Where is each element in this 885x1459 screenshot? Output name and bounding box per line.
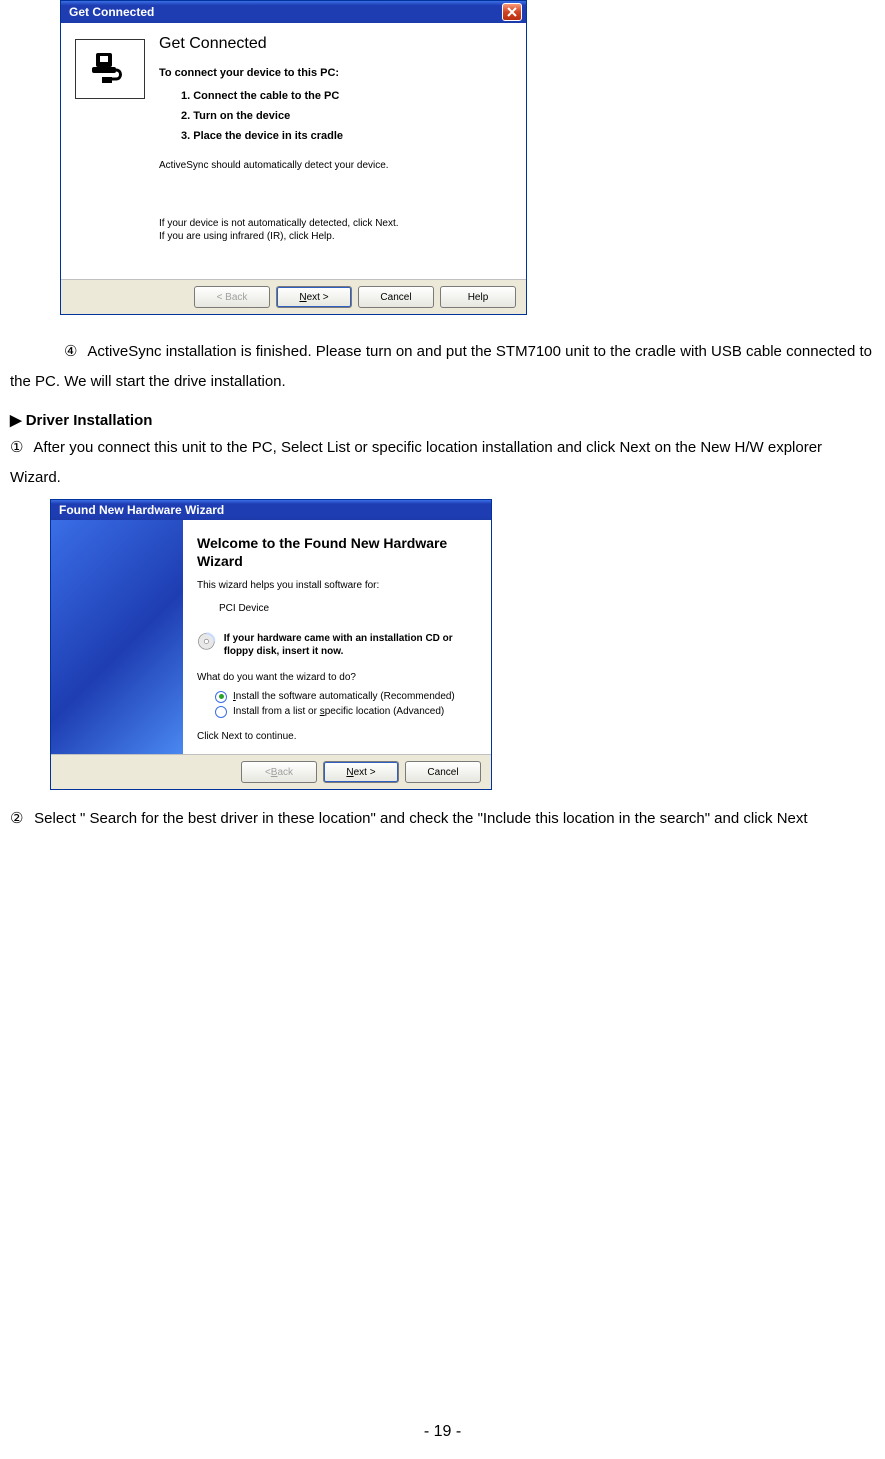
detect-note: ActiveSync should automatically detect y… [159, 160, 516, 171]
dialog-button-bar: < Back Next > Cancel [51, 754, 491, 789]
note-line-1: If your device is not automatically dete… [159, 217, 516, 230]
get-connected-dialog: Get Connected Get Connected To connect y… [60, 0, 527, 315]
titlebar: Get Connected [61, 1, 526, 23]
driver-step-2-paragraph: ② Select " Search for the best driver in… [10, 804, 875, 834]
back-button: < Back [241, 761, 317, 783]
next-button[interactable]: Next > [323, 761, 399, 783]
wizard-sidebar-graphic [51, 520, 183, 754]
radio-auto[interactable]: Install the software automatically (Reco… [215, 689, 477, 704]
help-button[interactable]: Help [440, 286, 516, 308]
page-number: - 19 - [0, 1423, 885, 1441]
driver-step-1-text: After you connect this unit to the PC, S… [10, 439, 822, 486]
back-button: < Back [194, 286, 270, 308]
radio-specific[interactable]: Install from a list or specific location… [215, 704, 477, 719]
next-button[interactable]: Next > [276, 286, 352, 308]
device-name: PCI Device [219, 603, 477, 614]
driver-step-2-marker: ② [10, 804, 30, 834]
install-cd-text: If your hardware came with an installati… [224, 632, 477, 658]
titlebar: Found New Hardware Wizard [51, 500, 491, 520]
titlebar-text: Found New Hardware Wizard [59, 503, 224, 517]
wizard-heading: Welcome to the Found New Hardware Wizard [197, 534, 477, 570]
dialog-subhead: To connect your device to this PC: [159, 67, 516, 79]
wizard-continue-text: Click Next to continue. [197, 731, 477, 742]
wizard-intro: This wizard helps you install software f… [197, 580, 477, 591]
driver-step-1-paragraph: ① After you connect this unit to the PC,… [10, 433, 875, 493]
cancel-button[interactable]: Cancel [405, 761, 481, 783]
dialog-button-bar: < Back Next > Cancel Help [61, 279, 526, 314]
dialog-body: Get Connected To connect your device to … [61, 23, 526, 279]
radio-auto-label: Install the software automatically (Reco… [233, 689, 455, 704]
step-1: 1. Connect the cable to the PC [181, 87, 516, 107]
cancel-button[interactable]: Cancel [358, 286, 434, 308]
install-cd-icon [197, 632, 216, 658]
found-new-hardware-dialog: Found New Hardware Wizard Welcome to the… [50, 499, 492, 790]
close-icon[interactable] [502, 3, 522, 21]
driver-step-1-marker: ① [10, 433, 30, 463]
radio-icon [215, 706, 227, 718]
step-2: 2. Turn on the device [181, 107, 516, 127]
driver-installation-header: ▶ Driver Installation [10, 411, 875, 429]
step-4-marker: ④ [64, 337, 84, 367]
titlebar-text: Get Connected [69, 5, 154, 19]
radio-specific-label: Install from a list or specific location… [233, 704, 444, 719]
radio-icon [215, 691, 227, 703]
step-4-paragraph: ④ ActiveSync installation is finished. P… [10, 337, 875, 397]
dialog-heading: Get Connected [159, 35, 516, 53]
driver-step-2-text: Select " Search for the best driver in t… [34, 810, 807, 827]
device-icon [75, 39, 145, 99]
wizard-question: What do you want the wizard to do? [197, 672, 477, 683]
note-line-2: If you are using infrared (IR), click He… [159, 230, 516, 243]
step-4-text: ActiveSync installation is finished. Ple… [10, 343, 872, 390]
step-3: 3. Place the device in its cradle [181, 127, 516, 147]
